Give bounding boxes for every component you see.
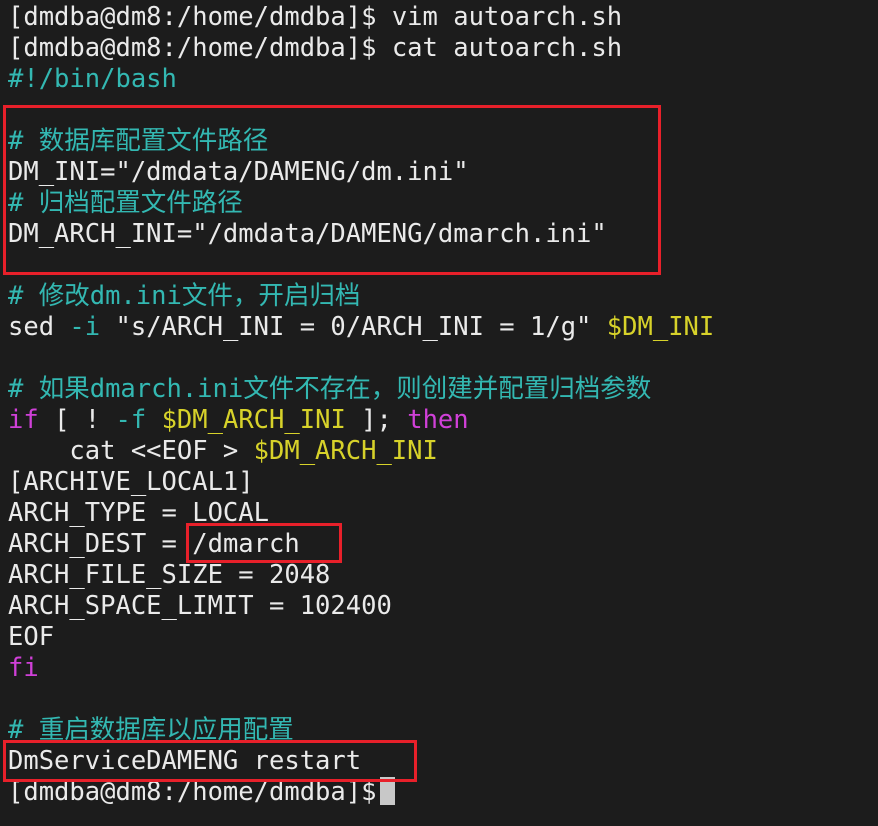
shell-prompt: [dmdba@dm8:/home/dmdba]$ bbox=[8, 2, 392, 32]
heredoc-eof-line: EOF bbox=[8, 622, 55, 652]
sed-command-line: sed -i "s/ARCH_INI = 0/ARCH_INI = 1/g" $… bbox=[8, 312, 714, 343]
cat-heredoc-line: cat <<EOF > $DM_ARCH_INI bbox=[8, 436, 438, 467]
sed-expression: "s/ARCH_INI = 0/ARCH_INI = 1/g" bbox=[100, 312, 607, 342]
comment-text: # 修改 bbox=[8, 281, 90, 311]
restart-command-line: DmServiceDAMENG restart bbox=[8, 746, 362, 776]
arch-type-line: ARCH_TYPE = LOCAL bbox=[8, 498, 269, 528]
if-variable: $DM_ARCH_INI bbox=[161, 405, 346, 435]
comment-arch-config-path: # 归档配置文件路径 bbox=[8, 188, 243, 218]
arch-dest-line: ARCH_DEST = /dmarch bbox=[8, 529, 300, 560]
cat-variable: $DM_ARCH_INI bbox=[253, 436, 438, 466]
terminal-line-prompt[interactable]: [dmdba@dm8:/home/dmdba]$ bbox=[8, 777, 396, 808]
cat-heredoc: cat <<EOF > bbox=[8, 436, 254, 466]
shell-prompt: [dmdba@dm8:/home/dmdba]$ bbox=[8, 777, 377, 807]
if-file-test-option: -f bbox=[115, 405, 147, 435]
comment-create-dmarch-ini: # 如果dmarch.ini文件不存在，则创建并配置归档参数 bbox=[8, 374, 651, 405]
terminal-line-cat: [dmdba@dm8:/home/dmdba]$ cat autoarch.sh bbox=[8, 33, 622, 64]
if-statement-line: if [ ! -f $DM_ARCH_INI ]; then bbox=[8, 405, 469, 436]
comment-text: # 如果 bbox=[8, 374, 90, 404]
arch-file-size-line: ARCH_FILE_SIZE = 2048 bbox=[8, 560, 331, 590]
if-keyword: if bbox=[8, 405, 39, 435]
terminal-line-vim: [dmdba@dm8:/home/dmdba]$ vim autoarch.sh bbox=[8, 2, 622, 33]
archive-section-header: [ARCHIVE_LOCAL1] bbox=[8, 467, 254, 497]
comment-filename: dm.ini bbox=[89, 281, 182, 311]
comment-db-config-path: # 数据库配置文件路径 bbox=[8, 126, 269, 156]
terminal-window[interactable]: [dmdba@dm8:/home/dmdba]$ vim autoarch.sh… bbox=[0, 0, 878, 826]
terminal-cursor[interactable] bbox=[380, 777, 396, 805]
shell-prompt: [dmdba@dm8:/home/dmdba]$ bbox=[8, 33, 392, 63]
sed-command: sed bbox=[8, 312, 70, 342]
comment-text: 文件，开启归档 bbox=[181, 281, 361, 311]
sed-variable: $DM_INI bbox=[606, 312, 715, 342]
comment-modify-dm-ini: # 修改dm.ini文件，开启归档 bbox=[8, 281, 360, 312]
fi-keyword-line: fi bbox=[8, 653, 39, 683]
dm-ini-assignment: DM_INI="/dmdata/DAMENG/dm.ini" bbox=[8, 157, 469, 187]
command-text: cat autoarch.sh bbox=[391, 33, 623, 63]
sed-option: -i bbox=[69, 312, 101, 342]
arch-space-limit-line: ARCH_SPACE_LIMIT = 102400 bbox=[8, 591, 392, 621]
if-bracket-close: ]; bbox=[345, 405, 408, 435]
comment-restart-db: # 重启数据库以应用配置 bbox=[8, 715, 294, 745]
comment-text: 文件不存在，则创建并配置归档参数 bbox=[243, 374, 652, 404]
command-text: vim autoarch.sh bbox=[391, 2, 623, 32]
arch-dest-key: ARCH_DEST = bbox=[8, 529, 193, 559]
comment-filename: dmarch.ini bbox=[89, 374, 244, 404]
dm-arch-ini-assignment: DM_ARCH_INI="/dmdata/DAMENG/dmarch.ini" bbox=[8, 219, 607, 249]
then-keyword: then bbox=[407, 405, 469, 435]
arch-dest-value: /dmarch bbox=[192, 529, 300, 559]
shebang-line: #!/bin/bash bbox=[8, 64, 177, 94]
if-bracket: [ ! bbox=[38, 405, 116, 435]
